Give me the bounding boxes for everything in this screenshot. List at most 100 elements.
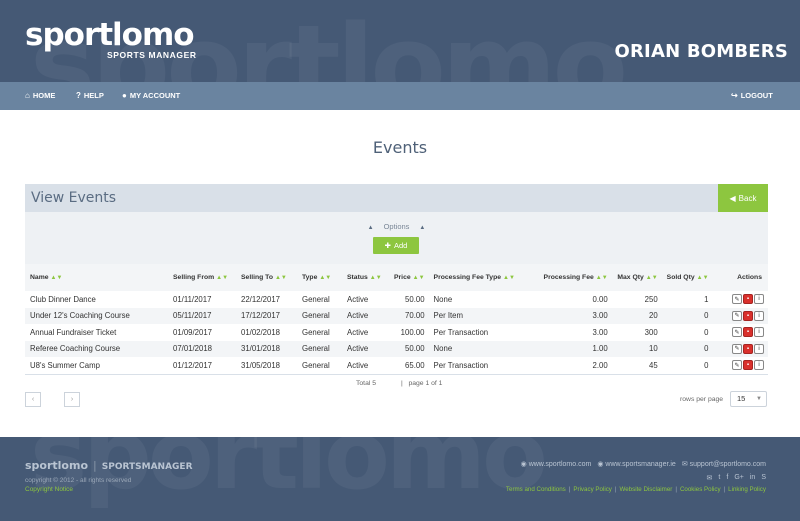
nav-account-label: MY ACCOUNT	[129, 91, 181, 100]
table-cell: Per Item	[433, 311, 463, 321]
sort-icon: ▲▼	[369, 275, 382, 281]
delete-button[interactable]: ▪	[743, 310, 753, 321]
mail-icon[interactable]: ✉	[707, 474, 713, 482]
col-selling-from[interactable]: Selling From ▲▼	[168, 264, 236, 291]
legal-link[interactable]: Website Disclaimer	[620, 486, 673, 493]
rows-per-page-select[interactable]: 15 ▼	[730, 391, 767, 407]
table-cell: General	[302, 294, 330, 304]
linkedin-icon[interactable]: in	[750, 474, 755, 482]
delete-button[interactable]: ▪	[743, 343, 753, 354]
table-cell: General	[302, 327, 330, 337]
site-header: sportlomo sportlomo SPORTS MANAGER ORIAN…	[0, 0, 800, 82]
nav-help[interactable]: ? HELP	[76, 82, 104, 110]
info-icon: i	[758, 345, 760, 352]
table-cell: Active	[347, 344, 369, 354]
sort-icon: ▲▼	[503, 275, 515, 281]
footer-link-sportlomo[interactable]: ◉ www.sportlomo.com	[521, 460, 592, 468]
table-cell: 50.00	[405, 294, 425, 304]
info-button[interactable]: i	[754, 343, 764, 354]
table-cell: 01/12/2017	[173, 360, 213, 370]
col-price-label: Price	[394, 274, 411, 281]
edit-button[interactable]: ✎	[732, 360, 742, 371]
col-type[interactable]: Type ▲▼	[297, 264, 342, 291]
trash-icon: ▪	[746, 296, 750, 303]
table-cell: 65.00	[405, 360, 425, 370]
events-table-body: Club Dinner Dance 01/11/2017 22/12/2017 Gen…	[25, 291, 768, 374]
nav-home[interactable]: ⌂ HOME	[25, 82, 55, 110]
edit-button[interactable]: ✎	[732, 343, 742, 354]
back-button[interactable]: ◀ Back	[718, 184, 768, 212]
copyright-notice-link[interactable]: Copyright Notice	[25, 486, 73, 493]
table-row: Club Dinner Dance 01/11/2017 22/12/2017 Gen…	[25, 291, 768, 308]
row-actions: ✎ ▪ i	[713, 341, 768, 358]
nav-logout-label: LOGOUT	[740, 91, 773, 100]
info-icon: i	[758, 312, 760, 319]
delete-button[interactable]: ▪	[743, 327, 753, 338]
table-cell: 250	[644, 294, 658, 304]
delete-button[interactable]: ▪	[743, 294, 753, 305]
table-cell: U8's Summer Camp	[30, 360, 100, 370]
col-sold-qty[interactable]: Sold Qty ▲▼	[662, 264, 713, 291]
col-price[interactable]: Price ▲▼	[389, 264, 429, 291]
table-cell: Active	[347, 360, 369, 370]
nav-account[interactable]: ● MY ACCOUNT	[122, 82, 180, 110]
table-cell: Referee Coaching Course	[30, 344, 121, 354]
next-page-button[interactable]: ›	[64, 392, 80, 407]
col-selling-from-label: Selling From	[173, 274, 215, 281]
delete-button[interactable]: ▪	[743, 360, 753, 371]
prev-page-button[interactable]: ‹	[25, 392, 41, 407]
edit-button[interactable]: ✎	[732, 294, 742, 305]
info-button[interactable]: i	[754, 310, 764, 321]
legal-link[interactable]: Cookies Policy	[680, 486, 721, 493]
sort-icon: ▲▼	[274, 275, 287, 281]
trash-icon: ▪	[746, 312, 750, 319]
triangle-up-icon: ▲	[419, 225, 426, 231]
sort-icon: ▲▼	[645, 275, 658, 281]
table-cell: 0	[704, 360, 709, 370]
page-info-text: page 1 of 1	[408, 379, 443, 387]
table-cell: Per Transaction	[433, 327, 489, 337]
add-button[interactable]: ✚ Add	[373, 237, 419, 254]
facebook-icon[interactable]: f	[726, 474, 728, 482]
copyright-text: copyright © 2012 - all rights reserved	[25, 477, 132, 484]
options-toggle[interactable]: ▲ Options ▲	[25, 222, 768, 231]
nav-logout[interactable]: ↪ LOGOUT	[731, 82, 773, 110]
table-cell: 3.00	[592, 327, 608, 337]
edit-button[interactable]: ✎	[732, 327, 742, 338]
legal-link[interactable]: Linking Policy	[728, 486, 766, 493]
col-name[interactable]: Name ▲▼	[25, 264, 168, 291]
table-cell: Active	[347, 294, 369, 304]
legal-link[interactable]: Privacy Policy	[573, 486, 612, 493]
info-button[interactable]: i	[754, 360, 764, 371]
skype-icon[interactable]: S	[761, 474, 766, 482]
sort-icon: ▲▼	[50, 275, 63, 281]
table-cell: 3.00	[592, 311, 608, 321]
table-footer: Total 5 | page 1 of 1	[25, 373, 768, 392]
footer-email-link[interactable]: ✉ support@sportlomo.com	[682, 460, 766, 468]
info-button[interactable]: i	[754, 327, 764, 338]
col-status-label: Status	[347, 274, 368, 281]
twitter-icon[interactable]: t	[718, 474, 720, 482]
footer-link-sportsmanager[interactable]: ◉ www.sportsmanager.ie	[597, 460, 675, 468]
col-processing-fee[interactable]: Processing Fee ▲▼	[539, 264, 612, 291]
col-fee-type[interactable]: Processing Fee Type ▲▼	[429, 264, 539, 291]
info-icon: i	[758, 296, 760, 303]
table-cell: Under 12's Coaching Course	[30, 311, 130, 321]
edit-button[interactable]: ✎	[732, 310, 742, 321]
footer-watermark: sportlomo	[30, 437, 548, 511]
col-max-qty[interactable]: Max Qty ▲▼	[612, 264, 662, 291]
google-plus-icon[interactable]: G+	[734, 474, 744, 482]
legal-link[interactable]: Terms and Conditions	[506, 486, 566, 493]
col-selling-to[interactable]: Selling To ▲▼	[236, 264, 297, 291]
arrow-left-icon: ◀	[729, 193, 736, 203]
team-name: ORIAN BOMBERS	[614, 41, 788, 62]
footer-logo-text: sportlomo	[25, 459, 89, 472]
social-links: ✉ t f G+ in S	[707, 474, 766, 482]
chevron-right-icon: ›	[70, 396, 74, 403]
info-icon: i	[758, 362, 760, 369]
panel-title: View Events	[31, 190, 117, 206]
table-cell: 01/11/2017	[173, 294, 212, 304]
sportlomo-logo[interactable]: sportlomo SPORTS MANAGER	[25, 20, 197, 61]
col-status[interactable]: Status ▲▼	[342, 264, 389, 291]
info-button[interactable]: i	[754, 294, 764, 305]
